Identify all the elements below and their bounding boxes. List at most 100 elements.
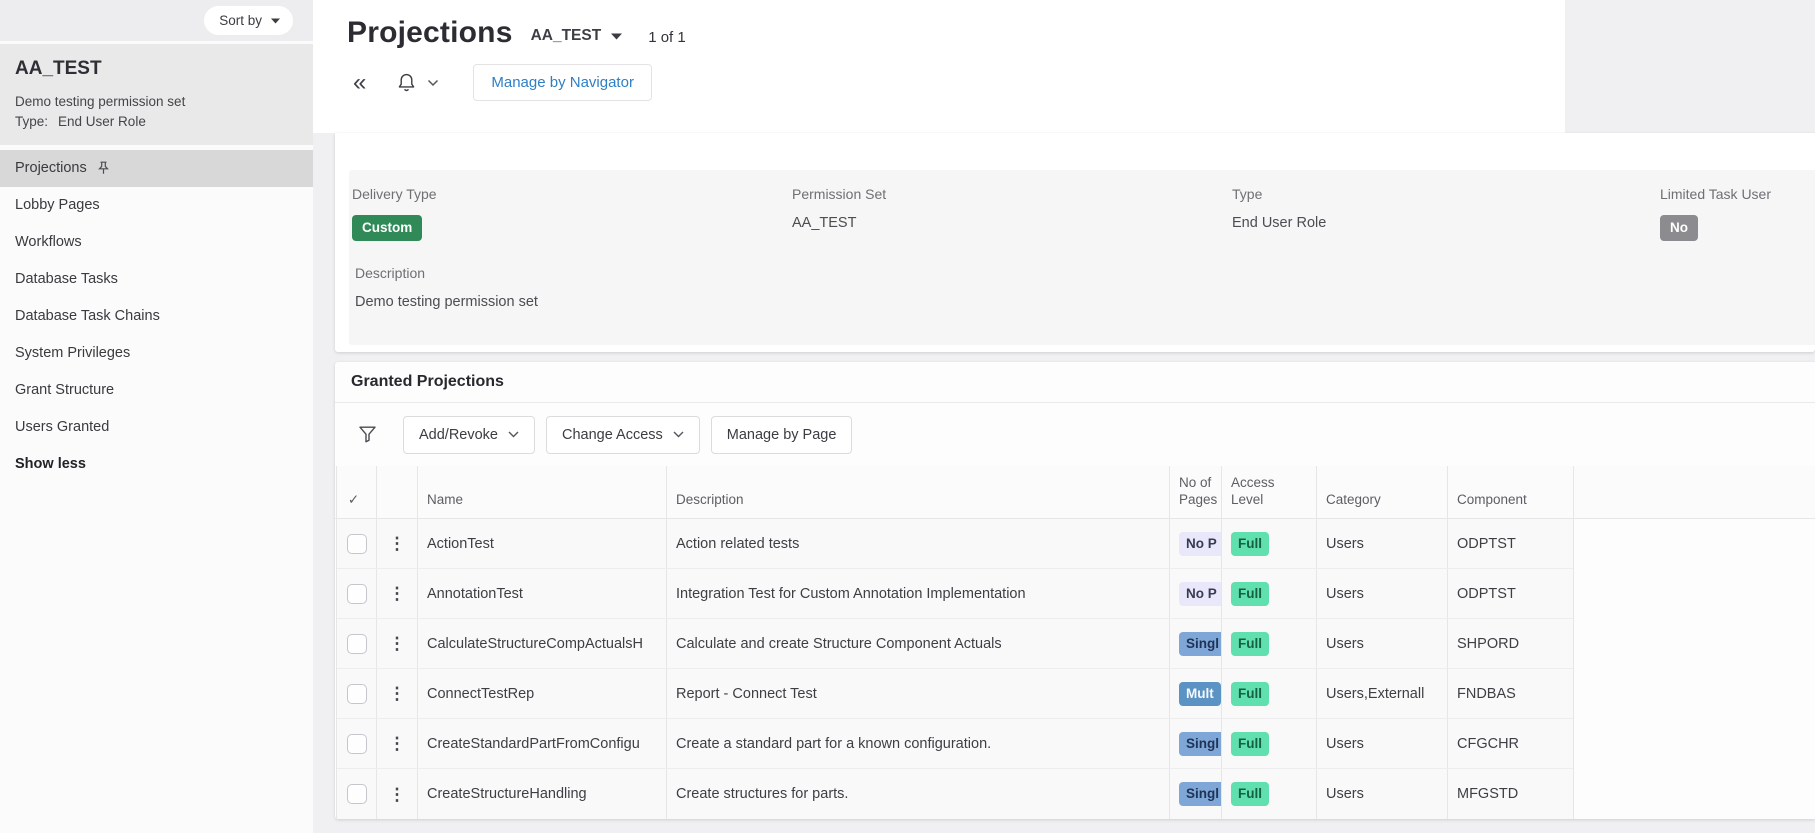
projection-name[interactable]: AnnotationTest (418, 569, 667, 618)
manage-by-page-button[interactable]: Manage by Page (710, 415, 853, 454)
field-type: Type End User Role (1232, 186, 1660, 241)
component-cell: SHPORD (1457, 635, 1520, 652)
change-access-button[interactable]: Change Access (546, 415, 700, 454)
column-access-level[interactable]: Access Level (1222, 466, 1317, 518)
sort-by-label: Sort by (219, 13, 262, 28)
row-menu-cell: ⋮ (377, 519, 418, 568)
bell-icon[interactable] (396, 72, 417, 94)
access-level-badge: Full (1231, 631, 1269, 656)
kebab-menu-icon[interactable]: ⋮ (389, 535, 406, 552)
sidebar-item-grant-structure[interactable]: Grant Structure (0, 372, 313, 409)
row-checkbox[interactable] (346, 583, 367, 604)
sidebar-item-projections[interactable]: Projections (0, 149, 313, 187)
field-delivery-type: Delivery Type Custom (352, 186, 792, 241)
field-permission-set: Permission Set AA_TEST (792, 186, 1232, 241)
sidebar-item-system-privileges[interactable]: System Privileges (0, 335, 313, 372)
component-cell: FNDBAS (1457, 685, 1516, 702)
collapse-panel-icon[interactable]: « (353, 70, 366, 95)
detail-panel: Delivery Type Custom Permission Set AA_T… (349, 170, 1815, 345)
no-of-pages-badge: No P (1179, 531, 1221, 556)
no-of-pages-cell: Singl (1170, 619, 1222, 668)
field-label: Type (1232, 186, 1263, 202)
row-checkbox-cell (337, 519, 377, 568)
field-description: Description Demo testing permission set (352, 265, 1815, 310)
header-toolbar: « Manage by Navigator (353, 64, 1565, 101)
access-level-badge: Full (1231, 581, 1269, 606)
projection-name[interactable]: ActionTest (418, 519, 667, 568)
filter-icon[interactable] (357, 424, 378, 445)
category-cell: Users (1317, 719, 1448, 768)
entity-description: Demo testing permission set (15, 94, 186, 109)
sidebar-item-database-task-chains[interactable]: Database Task Chains (0, 298, 313, 335)
entity-type-value: End User Role (58, 113, 146, 129)
row-menu-header (377, 466, 418, 518)
column-category[interactable]: Category (1317, 466, 1448, 518)
column-name[interactable]: Name (418, 466, 667, 518)
projection-name[interactable]: ConnectTestRep (418, 669, 667, 718)
table-row: ⋮ CreateStructureHandling Create structu… (337, 769, 1573, 819)
limited-task-user-badge: No (1660, 215, 1698, 241)
select-all-header[interactable]: ✓ (337, 466, 377, 518)
sidebar-entity-card: AA_TEST Demo testing permission set Type… (0, 44, 313, 145)
no-of-pages-cell: Mult (1170, 669, 1222, 718)
row-checkbox-cell (337, 619, 377, 668)
field-label: Delivery Type (352, 186, 437, 202)
column-no-of-pages[interactable]: No of Pages (1170, 466, 1222, 518)
add-revoke-button[interactable]: Add/Revoke (403, 415, 535, 454)
sidebar: Sort by AA_TEST Demo testing permission … (0, 0, 313, 833)
sidebar-item-label: Projections (15, 160, 87, 177)
access-level-badge: Full (1231, 731, 1269, 756)
app-window: Sort by AA_TEST Demo testing permission … (0, 0, 1815, 833)
kebab-menu-icon[interactable]: ⋮ (389, 735, 406, 752)
entity-type-label: Type: (15, 113, 49, 129)
notifications-control[interactable] (396, 72, 439, 94)
no-of-pages-cell: Singl (1170, 769, 1222, 819)
manage-by-navigator-button[interactable]: Manage by Navigator (473, 64, 652, 101)
record-count: 1 of 1 (648, 29, 686, 46)
table-row: ⋮ CalculateStructureCompActualsH Calcula… (337, 619, 1573, 669)
row-checkbox[interactable] (346, 683, 367, 704)
row-checkbox-cell (337, 569, 377, 618)
row-menu-cell: ⋮ (377, 669, 418, 718)
table-row: ⋮ AnnotationTest Integration Test for Cu… (337, 569, 1573, 619)
kebab-menu-icon[interactable]: ⋮ (389, 786, 406, 803)
sidebar-item-users-granted[interactable]: Users Granted (0, 409, 313, 446)
chevron-down-icon[interactable] (427, 79, 439, 87)
no-of-pages-cell: No P (1170, 569, 1222, 618)
row-checkbox[interactable] (346, 784, 367, 804)
kebab-menu-icon[interactable]: ⋮ (389, 635, 406, 652)
row-menu-cell: ⋮ (377, 769, 418, 819)
component-cell: CFGCHR (1457, 735, 1520, 752)
field-label: Description (355, 265, 426, 281)
no-of-pages-badge: Singl (1179, 731, 1221, 756)
section-title-row: Granted Projections (335, 362, 1815, 403)
pin-icon[interactable] (97, 161, 110, 175)
projection-name[interactable]: CreateStructureHandling (418, 769, 667, 819)
kebab-menu-icon[interactable]: ⋮ (389, 685, 406, 702)
field-label: Limited Task User (1660, 186, 1772, 202)
row-checkbox[interactable] (346, 633, 367, 654)
category-cell: Users (1317, 569, 1448, 618)
access-level-cell: Full (1222, 719, 1317, 768)
kebab-menu-icon[interactable]: ⋮ (389, 585, 406, 602)
category-cell: Users (1317, 519, 1448, 568)
sidebar-item-workflows[interactable]: Workflows (0, 224, 313, 261)
row-checkbox-cell (337, 719, 377, 768)
section-title: Granted Projections (351, 373, 504, 390)
sort-by-button[interactable]: Sort by (204, 6, 293, 35)
projection-name[interactable]: CreateStandardPartFromConfigu (418, 719, 667, 768)
show-less-button[interactable]: Show less (0, 446, 313, 483)
projection-name[interactable]: CalculateStructureCompActualsH (418, 619, 667, 668)
row-checkbox[interactable] (346, 733, 367, 754)
access-level-cell: Full (1222, 769, 1317, 819)
entity-selector-dropdown[interactable]: AA_TEST (531, 27, 623, 45)
projection-description: Integration Test for Custom Annotation I… (667, 569, 1170, 618)
sidebar-item-database-tasks[interactable]: Database Tasks (0, 261, 313, 298)
row-checkbox[interactable] (346, 533, 367, 554)
row-menu-cell: ⋮ (377, 619, 418, 668)
sidebar-item-lobby-pages[interactable]: Lobby Pages (0, 187, 313, 224)
column-component[interactable]: Component (1448, 466, 1573, 518)
access-level-badge: Full (1231, 681, 1269, 706)
column-description[interactable]: Description (667, 466, 1170, 518)
chevron-down-icon (271, 18, 280, 24)
